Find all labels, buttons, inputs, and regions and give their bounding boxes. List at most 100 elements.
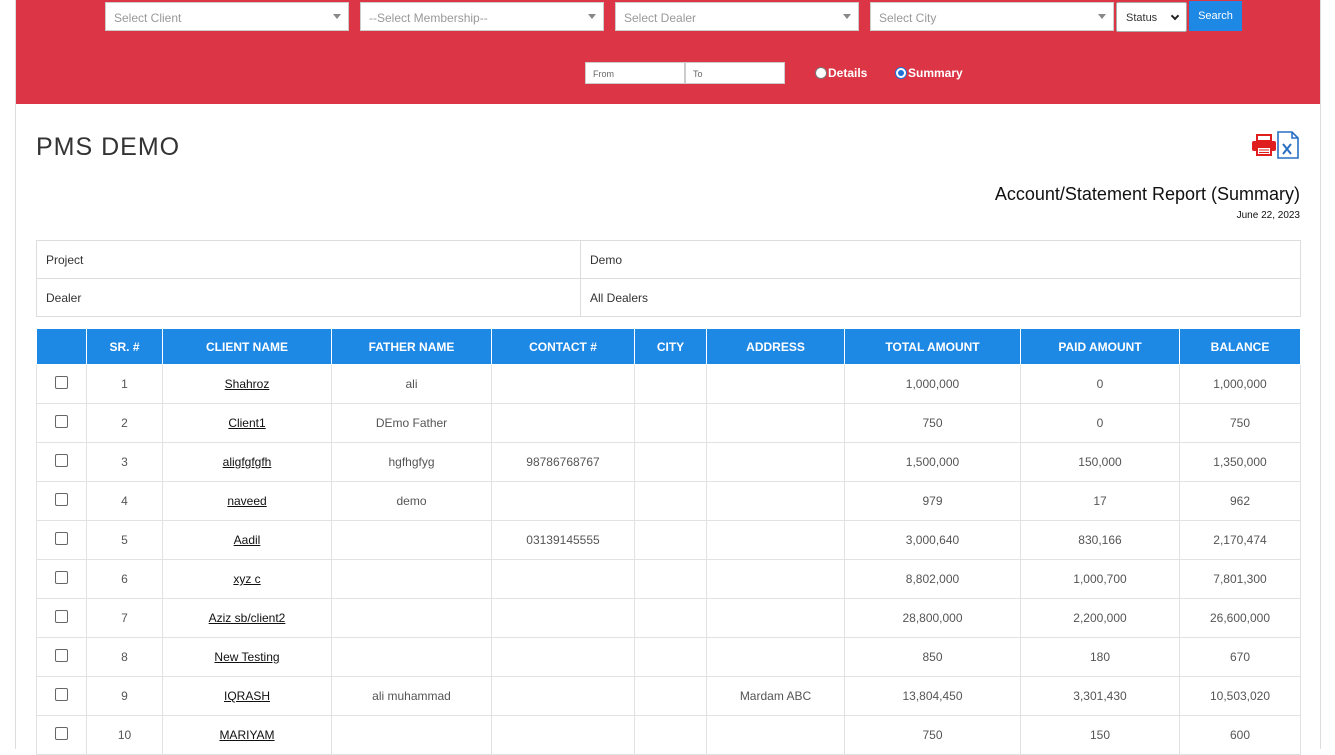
membership-select-placeholder: --Select Membership-- <box>369 11 488 25</box>
client-name-link[interactable]: New Testing <box>214 650 279 664</box>
status-select[interactable]: Status <box>1116 2 1187 32</box>
contact-cell <box>491 559 635 599</box>
paid-amount-cell: 830,166 <box>1020 520 1180 560</box>
column-header-contact[interactable]: CONTACT # <box>491 328 635 365</box>
row-checkbox[interactable] <box>55 571 68 585</box>
row-select-cell <box>36 364 87 404</box>
row-checkbox[interactable] <box>55 415 68 429</box>
report-info-table: Project Demo Dealer All Dealers <box>36 240 1301 317</box>
address-cell <box>706 403 845 443</box>
search-button[interactable]: Search <box>1189 1 1242 31</box>
client-name-link[interactable]: MARIYAM <box>219 728 274 742</box>
table-row: 7 Aziz sb/client2 28,800,000 2,200,000 26,60… <box>36 598 1301 638</box>
father-name-cell: DEmo Father <box>331 403 492 443</box>
father-name-cell <box>331 637 492 677</box>
contact-cell <box>491 364 635 404</box>
details-radio[interactable]: Details <box>815 66 867 80</box>
row-checkbox[interactable] <box>55 649 68 663</box>
client-name-cell: IQRASH <box>162 676 332 716</box>
client-name-link[interactable]: Shahroz <box>225 377 270 391</box>
column-header-total-amount[interactable]: TOTAL AMOUNT <box>844 328 1021 365</box>
balance-cell: 2,170,474 <box>1179 520 1301 560</box>
sr-cell: 8 <box>86 637 163 677</box>
radio-checked-icon <box>895 67 907 79</box>
column-header-sr[interactable]: SR. # <box>86 328 163 365</box>
address-cell <box>706 442 845 482</box>
chevron-down-icon <box>1170 11 1180 21</box>
column-header-city[interactable]: CITY <box>634 328 707 365</box>
row-checkbox[interactable] <box>55 610 68 624</box>
printer-icon[interactable] <box>1251 134 1277 156</box>
sr-cell: 3 <box>86 442 163 482</box>
total-amount-cell: 750 <box>844 403 1021 443</box>
project-label: Project <box>36 240 581 279</box>
city-cell <box>634 676 707 716</box>
city-cell <box>634 520 707 560</box>
row-select-cell <box>36 559 87 599</box>
table-row: 1 Shahroz ali 1,000,000 0 1,000,000 <box>36 364 1301 404</box>
column-header-client-name[interactable]: CLIENT NAME <box>162 328 332 365</box>
radio-unchecked-icon <box>815 67 827 79</box>
address-cell <box>706 559 845 599</box>
client-name-link[interactable]: Aziz sb/client2 <box>209 611 286 625</box>
table-row: 2 Client1 DEmo Father 750 0 750 <box>36 403 1301 443</box>
row-checkbox[interactable] <box>55 727 68 741</box>
table-row: 8 New Testing 850 180 670 <box>36 637 1301 677</box>
info-row: Project Demo <box>36 240 1301 279</box>
paid-amount-cell: 17 <box>1020 481 1180 521</box>
client-name-link[interactable]: xyz c <box>233 572 260 586</box>
total-amount-cell: 979 <box>844 481 1021 521</box>
filter-bar: Select Client --Select Membership-- Sele… <box>16 0 1320 104</box>
client-name-cell: Client1 <box>162 403 332 443</box>
column-header-address[interactable]: ADDRESS <box>706 328 845 365</box>
sr-cell: 2 <box>86 403 163 443</box>
row-checkbox[interactable] <box>55 532 68 546</box>
total-amount-cell: 850 <box>844 637 1021 677</box>
client-select[interactable]: Select Client <box>105 2 349 31</box>
client-name-link[interactable]: Aadil <box>234 533 261 547</box>
report-date: June 22, 2023 <box>1236 210 1300 221</box>
balance-cell: 670 <box>1179 637 1301 677</box>
father-name-cell: hgfhgfyg <box>331 442 492 482</box>
client-name-link[interactable]: aligfgfgfh <box>223 455 272 469</box>
client-name-cell: aligfgfgfh <box>162 442 332 482</box>
table-row: 5 Aadil 03139145555 3,000,640 830,166 2,170,4… <box>36 520 1301 560</box>
balance-cell: 750 <box>1179 403 1301 443</box>
row-checkbox[interactable] <box>55 376 68 390</box>
column-header-paid-amount[interactable]: PAID AMOUNT <box>1020 328 1180 365</box>
row-checkbox[interactable] <box>55 454 68 468</box>
caret-down-icon <box>1098 14 1106 19</box>
city-select[interactable]: Select City <box>870 2 1114 31</box>
total-amount-cell: 8,802,000 <box>844 559 1021 599</box>
paid-amount-cell: 180 <box>1020 637 1180 677</box>
excel-file-icon[interactable] <box>1276 131 1300 159</box>
from-date-input[interactable]: From <box>585 62 685 84</box>
city-select-placeholder: Select City <box>879 11 937 25</box>
column-header-balance[interactable]: BALANCE <box>1179 328 1301 365</box>
client-name-cell: Shahroz <box>162 364 332 404</box>
client-name-link[interactable]: naveed <box>227 494 266 508</box>
membership-select[interactable]: --Select Membership-- <box>360 2 604 31</box>
total-amount-cell: 13,804,450 <box>844 676 1021 716</box>
row-checkbox[interactable] <box>55 493 68 507</box>
column-header-father-name[interactable]: FATHER NAME <box>331 328 492 365</box>
address-cell <box>706 520 845 560</box>
contact-cell: 98786768767 <box>491 442 635 482</box>
dealer-label: Dealer <box>36 278 581 317</box>
sr-cell: 1 <box>86 364 163 404</box>
city-cell <box>634 364 707 404</box>
balance-cell: 10,503,020 <box>1179 676 1301 716</box>
total-amount-cell: 3,000,640 <box>844 520 1021 560</box>
sr-cell: 5 <box>86 520 163 560</box>
client-name-cell: Aadil <box>162 520 332 560</box>
status-select-value: Status <box>1126 12 1158 24</box>
row-checkbox[interactable] <box>55 688 68 702</box>
table-row: 3 aligfgfgfh hgfhgfyg 98786768767 1,500,000 1… <box>36 442 1301 482</box>
client-name-link[interactable]: Client1 <box>228 416 265 430</box>
summary-radio[interactable]: Summary <box>895 66 963 80</box>
address-cell <box>706 598 845 638</box>
client-name-link[interactable]: IQRASH <box>224 689 270 703</box>
to-date-input[interactable]: To <box>685 62 785 84</box>
dealer-select[interactable]: Select Dealer <box>615 2 859 31</box>
paid-amount-cell: 1,000,700 <box>1020 559 1180 599</box>
